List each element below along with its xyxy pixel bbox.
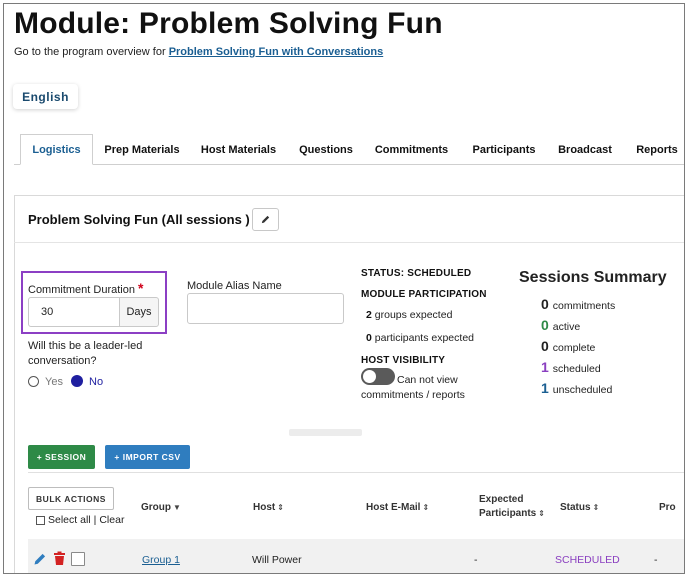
program-overview-line: Go to the program overview for Problem S… [14, 46, 383, 58]
tab-reports[interactable]: Reports [628, 134, 684, 165]
tab-commitments[interactable]: Commitments [370, 134, 453, 165]
summary-complete: 0 complete [541, 338, 596, 354]
pencil-icon [261, 215, 270, 224]
group-link[interactable]: Group 1 [142, 554, 180, 566]
leader-led-question: Will this be a leader-led conversation? [28, 340, 143, 367]
clear-link[interactable]: Clear [99, 514, 124, 526]
add-session-button[interactable]: + SESSION [28, 445, 95, 469]
summary-commitments: 0 commitments [541, 296, 616, 312]
pro-cell: - [654, 554, 658, 566]
sort-icon: ⇕ [277, 503, 284, 512]
select-all-link[interactable]: Select all [48, 514, 91, 526]
radio-no-selected[interactable] [71, 375, 83, 387]
th-pro[interactable]: Pro [659, 502, 676, 513]
participants-expected: 0 participants expected [366, 332, 474, 344]
host-email-cell: - [474, 554, 478, 566]
groups-expected: 2 groups expected [366, 309, 453, 321]
module-alias-input[interactable] [187, 293, 344, 324]
select-separator: | [93, 514, 97, 526]
tab-prep-materials[interactable]: Prep Materials [97, 134, 187, 165]
summary-active: 0 active [541, 317, 581, 333]
radio-no-label: No [89, 376, 104, 388]
th-group[interactable]: Group ▼ [141, 502, 181, 513]
tab-logistics[interactable]: Logistics [20, 134, 93, 165]
select-controls: Select all | Clear [36, 514, 124, 526]
host-cell: Will Power [252, 554, 302, 566]
select-all-checkbox[interactable] [36, 515, 45, 525]
th-host-email[interactable]: Host E-Mail ⇕ [366, 502, 429, 513]
sort-icon: ⇕ [538, 509, 545, 518]
app-frame: Module: Problem Solving Fun Go to the pr… [3, 3, 685, 574]
panel-title: Problem Solving Fun (All sessions ) [28, 212, 250, 227]
sessions-summary-title: Sessions Summary [519, 269, 667, 286]
page-title: Module: Problem Solving Fun [14, 7, 443, 40]
commitment-duration-input[interactable]: 30 [28, 297, 120, 327]
import-csv-button[interactable]: + IMPORT CSV [105, 445, 190, 469]
row-checkbox[interactable] [71, 552, 85, 566]
th-host[interactable]: Host ⇕ [253, 502, 284, 513]
th-expected-participants[interactable]: Expected Participants ⇕ [479, 494, 545, 519]
horizontal-scrollbar[interactable] [289, 429, 362, 436]
host-visibility-text: Can not view commitments / reports [361, 374, 465, 401]
host-visibility-heading: HOST VISIBILITY [361, 355, 446, 366]
table-top-divider [28, 472, 684, 473]
tab-broadcast[interactable]: Broadcast [553, 134, 617, 165]
panel-header-divider [14, 242, 684, 243]
status-heading: STATUS: SCHEDULED [361, 268, 472, 279]
edit-title-button[interactable] [252, 208, 279, 231]
trash-icon[interactable] [53, 551, 66, 566]
summary-scheduled: 1 scheduled [541, 359, 601, 375]
th-status[interactable]: Status ⇕ [560, 502, 599, 513]
sort-icon: ⇕ [592, 503, 600, 512]
summary-unscheduled: 1 unscheduled [541, 380, 613, 396]
overview-prefix: Go to the program overview for [14, 46, 169, 58]
tab-host-materials[interactable]: Host Materials [196, 134, 281, 165]
status-cell: SCHEDULED [555, 554, 620, 566]
language-button[interactable]: English [13, 84, 78, 109]
required-mark: * [138, 280, 144, 296]
tab-questions[interactable]: Questions [294, 134, 358, 165]
bulk-actions-button[interactable]: BULK ACTIONS [28, 487, 114, 510]
pencil-icon[interactable] [33, 552, 47, 566]
program-overview-link[interactable]: Problem Solving Fun with Conversations [169, 46, 384, 58]
sort-desc-icon: ▼ [173, 503, 181, 512]
commitment-duration-label: Commitment Duration * [28, 280, 144, 296]
radio-yes[interactable] [28, 376, 39, 387]
duration-unit-addon: Days [119, 297, 159, 327]
module-alias-label: Module Alias Name [187, 280, 282, 292]
tab-participants[interactable]: Participants [466, 134, 542, 165]
radio-yes-label: Yes [45, 376, 63, 388]
module-participation-heading: MODULE PARTICIPATION [361, 289, 487, 300]
sort-icon: ⇕ [422, 503, 430, 512]
